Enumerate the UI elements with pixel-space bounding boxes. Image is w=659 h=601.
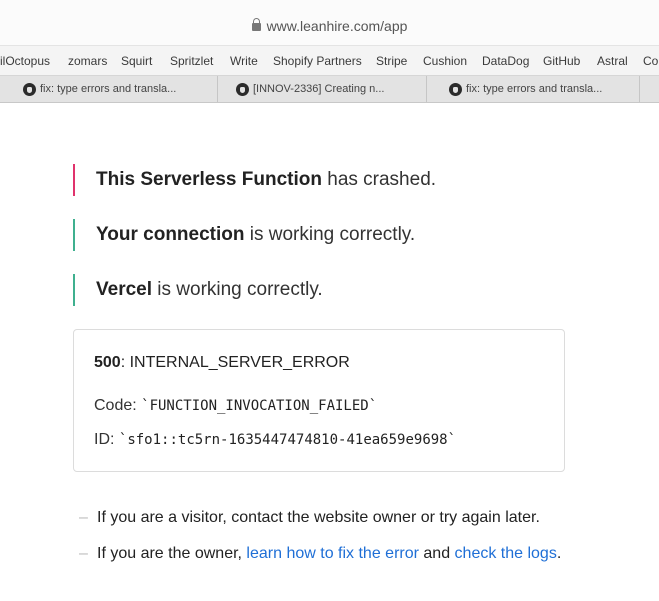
bookmark-iloctopus[interactable]: ilOctopus	[0, 54, 50, 68]
error-code-line: Code: `FUNCTION_INVOCATION_FAILED`	[94, 397, 377, 415]
bookmark-write[interactable]: Write	[230, 54, 258, 68]
bookmark-spritzlet[interactable]: Spritzlet	[170, 54, 213, 68]
help-visitor-text: If you are a visitor, contact the websit…	[97, 509, 540, 526]
error-status: 500: INTERNAL_SERVER_ERROR	[94, 354, 350, 372]
tab-fix-type-errors-1[interactable]: fix: type errors and transla...	[14, 76, 218, 102]
status-subject: Your connection	[96, 224, 245, 245]
tab-label: fix: type errors and transla...	[40, 83, 177, 95]
url-text: www.leanhire.com/app	[266, 18, 408, 34]
tab-fix-type-errors-2[interactable]: fix: type errors and transla...	[440, 76, 640, 102]
error-code-label: Code:	[94, 397, 142, 414]
url-display[interactable]: www.leanhire.com/app	[0, 18, 659, 34]
status-vercel-ok: Vercel is working correctly.	[73, 274, 323, 306]
tab-label: [INNOV-2336] Creating n...	[253, 83, 385, 95]
help-and: and	[418, 545, 455, 562]
error-id-line: ID: `sfo1::tc5rn-1635447474810-41ea659e9…	[94, 431, 456, 449]
github-icon	[236, 83, 249, 96]
help-owner-prefix: If you are the owner,	[97, 545, 247, 562]
status-subject: Vercel	[96, 279, 152, 300]
dash-bullet: –	[79, 545, 88, 562]
tab-innov-2336[interactable]: [INNOV-2336] Creating n...	[227, 76, 427, 102]
bookmark-datadog[interactable]: DataDog	[482, 54, 529, 68]
help-visitor: – If you are a visitor, contact the websi…	[79, 509, 540, 527]
status-text: is working correctly.	[152, 279, 323, 300]
error-id-label: ID:	[94, 431, 119, 448]
tab-label: fix: type errors and transla...	[466, 83, 603, 95]
lock-icon	[251, 18, 261, 32]
tab-strip: fix: type errors and transla... [INNOV-2…	[0, 76, 659, 103]
status-subject: This Serverless Function	[96, 169, 322, 190]
error-status-name: : INTERNAL_SERVER_ERROR	[120, 354, 350, 371]
status-function-crashed: This Serverless Function has crashed.	[73, 164, 436, 196]
error-details-box: 500: INTERNAL_SERVER_ERROR Code: `FUNCTI…	[73, 329, 565, 472]
dash-bullet: –	[79, 509, 88, 526]
help-suffix: .	[556, 545, 562, 562]
bookmark-overflow[interactable]: Co	[643, 54, 658, 68]
bookmark-github[interactable]: GitHub	[543, 54, 580, 68]
help-owner: – If you are the owner, learn how to fix …	[79, 545, 561, 563]
error-status-code: 500	[94, 354, 121, 371]
error-id-value: `sfo1::tc5rn-1635447474810-41ea659e9698`	[118, 432, 457, 448]
status-text: has crashed.	[321, 169, 437, 190]
status-connection-ok: Your connection is working correctly.	[73, 219, 415, 251]
github-icon	[23, 83, 36, 96]
address-bar[interactable]: www.leanhire.com/app	[0, 0, 659, 46]
bookmark-shopify-partners[interactable]: Shopify Partners	[273, 54, 362, 68]
status-text: is working correctly.	[244, 224, 416, 245]
error-code-value: `FUNCTION_INVOCATION_FAILED`	[141, 398, 378, 414]
bookmarks-bar: ilOctopus zomars Squirt Spritzlet Write …	[0, 46, 659, 76]
bookmark-astral[interactable]: Astral	[597, 54, 628, 68]
bookmark-cushion[interactable]: Cushion	[423, 54, 467, 68]
check-logs-link[interactable]: check the logs	[455, 545, 557, 562]
bookmark-stripe[interactable]: Stripe	[376, 54, 407, 68]
bookmark-zomars[interactable]: zomars	[68, 54, 107, 68]
fix-error-link[interactable]: learn how to fix the error	[246, 545, 419, 562]
bookmark-squirt[interactable]: Squirt	[121, 54, 152, 68]
github-icon	[449, 83, 462, 96]
